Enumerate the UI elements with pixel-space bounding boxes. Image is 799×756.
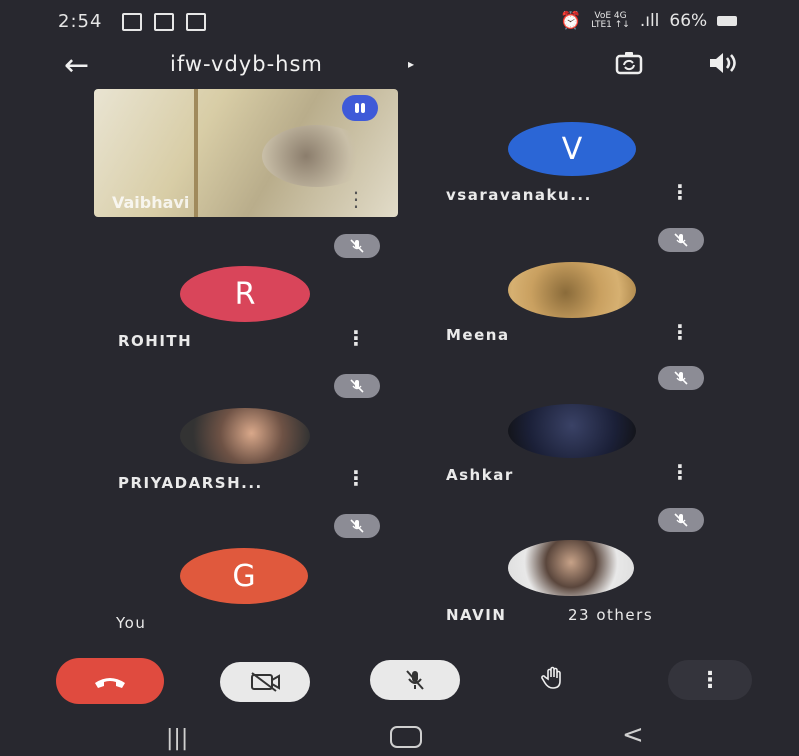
call-controls: ⋮ [0,650,799,710]
more-vertical-icon[interactable]: ⋮ [346,466,366,490]
hand-icon [541,666,561,689]
notification-icons [122,13,206,31]
participant-name-meena: Meena [446,326,510,344]
more-vertical-icon: ⋮ [699,667,721,693]
participant-name-vsaravanaku: vsaravanaku... [446,186,592,204]
participant-photo-meena [508,262,636,318]
mic-off-icon [658,508,704,532]
switch-camera-icon[interactable] [614,48,644,78]
participant-avatar-g: G [180,548,308,604]
participant-name-rohith: ROHITH [118,332,193,350]
more-vertical-icon[interactable]: ⋮ [670,180,690,204]
meeting-code[interactable]: ifw-vdyb-hsm [170,52,323,76]
more-vertical-icon[interactable]: ⋮ [670,460,690,484]
battery-percent: 66% [669,11,708,31]
phone-screen: 2:54 ⏰ VoE 4G LTE1 ↑↓ .ıll 66% ← ifw-vdy… [0,0,799,756]
more-vertical-icon[interactable]: ⋮ [346,326,366,350]
battery-icon [717,16,738,26]
preview-background [194,89,198,217]
mic-off-icon [334,374,380,398]
participant-name-navin: NAVIN [446,606,507,624]
signal-icon: .ıll [639,11,660,31]
video-icon [154,13,174,31]
alarm-icon: ⏰ [560,11,582,31]
mic-toggle-button[interactable] [370,660,460,700]
camera-off-icon [251,672,280,692]
camera-toggle-button[interactable] [220,662,310,702]
participant-photo-ashkar [508,404,636,458]
status-bar: 2:54 ⏰ VoE 4G LTE1 ↑↓ .ıll 66% [0,0,799,42]
meeting-info-caret-icon[interactable]: ▸ [408,57,414,71]
participant-name-you: You [116,614,147,632]
mic-off-icon [658,366,704,390]
mic-off-icon [406,670,424,690]
recent-apps-icon[interactable]: ||| [166,726,188,751]
meeting-header: ← ifw-vdyb-hsm ▸ [0,42,799,90]
arrow-left-icon[interactable]: ← [64,48,89,83]
mic-off-icon [334,514,380,538]
participant-photo-priyadarsh [180,408,310,464]
participant-name-ashkar: Ashkar [446,466,514,484]
back-nav-icon[interactable]: < [622,720,644,750]
participant-name-priyadarsh: PRIYADARSH... [118,474,263,492]
speaker-icon[interactable] [706,48,740,78]
self-video-preview[interactable]: Vaibhavi ⋮ [94,89,398,217]
participant-avatar-v: V [508,122,636,176]
more-vertical-icon[interactable]: ⋮ [670,320,690,344]
participant-photo-navin [508,540,634,596]
system-nav-bar: ||| < [0,712,799,756]
raise-hand-button[interactable] [526,658,582,698]
audio-level-indicator-icon [342,95,378,121]
status-time: 2:54 [58,11,103,32]
preview-face [262,125,372,187]
network-type: VoE 4G LTE1 ↑↓ [591,12,630,30]
mic-off-icon [658,228,704,252]
phone-hangup-icon [95,678,125,688]
network-label-bottom: LTE1 ↑↓ [591,20,630,30]
more-options-button[interactable]: ⋮ [668,660,752,700]
home-icon[interactable] [390,726,422,748]
mic-off-icon [334,234,380,258]
gallery-icon [122,13,142,31]
self-preview-name: Vaibhavi [112,193,190,212]
end-call-button[interactable] [56,658,164,704]
overflow-count[interactable]: 23 others [568,606,653,624]
more-vertical-icon[interactable]: ⋮ [346,187,366,211]
status-right: ⏰ VoE 4G LTE1 ↑↓ .ıll 66% [560,11,738,31]
message-icon [186,13,206,31]
participant-avatar-r: R [180,266,310,322]
